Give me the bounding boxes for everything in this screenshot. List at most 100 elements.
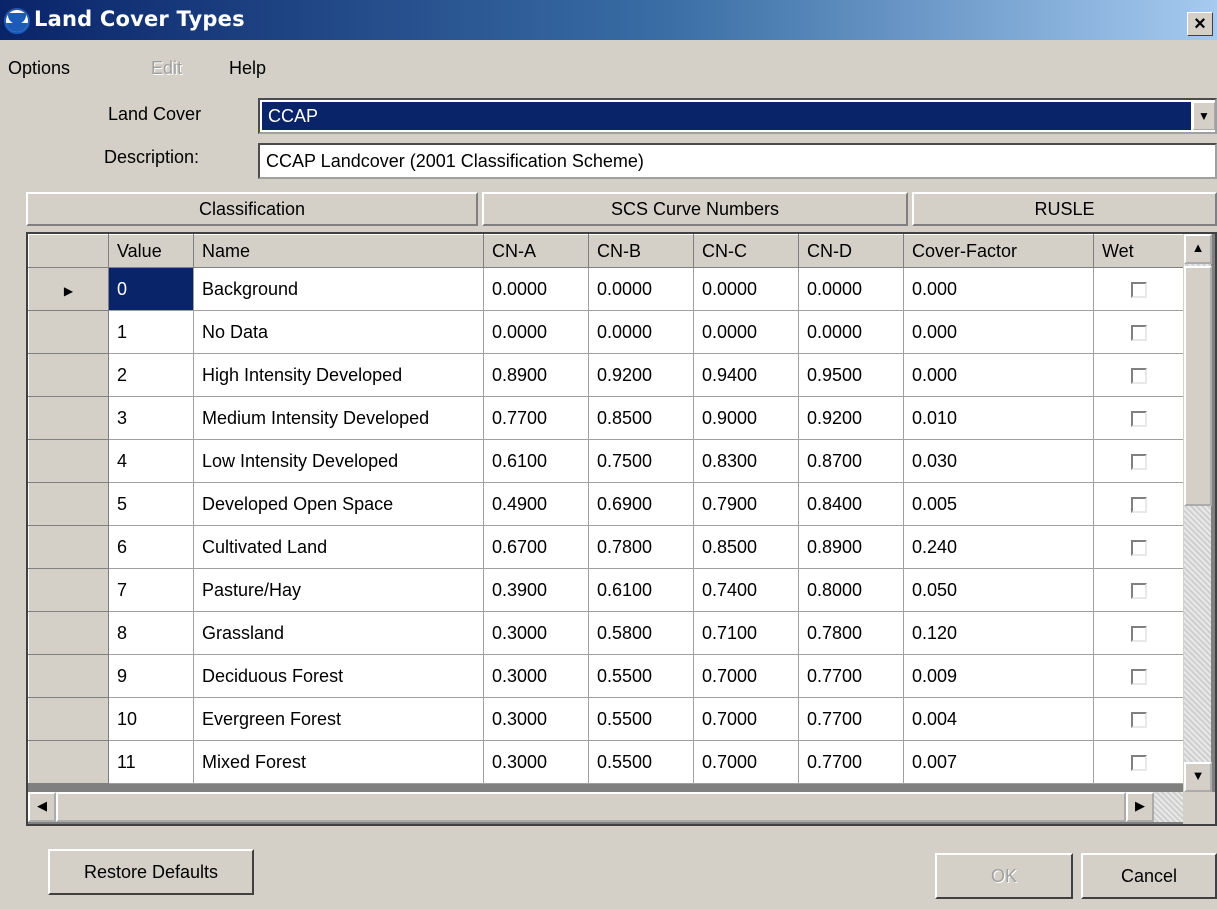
cell-cn-d[interactable]: 0.8900 <box>798 525 904 569</box>
menu-edit[interactable]: Edit <box>151 58 182 79</box>
column-header-name[interactable]: Name <box>193 234 484 268</box>
cell-cn-d[interactable]: 0.8000 <box>798 568 904 612</box>
wet-checkbox[interactable] <box>1130 324 1147 341</box>
row-selector[interactable] <box>28 353 109 397</box>
cell-name[interactable]: No Data <box>193 310 484 354</box>
horizontal-scrollbar[interactable]: ◀ ▶ <box>28 792 1183 822</box>
table-row[interactable]: 11 Mixed Forest 0.3000 0.5500 0.7000 0.7700 0.… <box>28 740 1184 784</box>
cell-cn-c[interactable]: 0.0000 <box>693 310 799 354</box>
cell-value[interactable]: 0 <box>108 267 194 311</box>
table-row[interactable]: 10 Evergreen Forest 0.3000 0.5500 0.7000 0.77… <box>28 697 1184 741</box>
row-selector[interactable] <box>28 439 109 483</box>
cell-cn-a[interactable]: 0.4900 <box>483 482 589 526</box>
cell-cn-a[interactable]: 0.6700 <box>483 525 589 569</box>
cancel-button[interactable]: Cancel <box>1081 853 1217 899</box>
cell-value[interactable]: 5 <box>108 482 194 526</box>
table-row[interactable]: 1 No Data 0.0000 0.0000 0.0000 0.0000 0.000 <box>28 310 1184 354</box>
table-row[interactable]: ▶ 0 Background 0.0000 0.0000 0.0000 0.0000 0.00… <box>28 267 1184 311</box>
cell-cn-d[interactable]: 0.7700 <box>798 697 904 741</box>
cell-cn-a[interactable]: 0.6100 <box>483 439 589 483</box>
column-header-value[interactable]: Value <box>108 234 194 268</box>
cell-cn-a[interactable]: 0.3000 <box>483 697 589 741</box>
cell-cover-factor[interactable]: 0.240 <box>903 525 1094 569</box>
cell-name[interactable]: Developed Open Space <box>193 482 484 526</box>
dropdown-arrow-icon[interactable]: ▼ <box>1193 102 1215 130</box>
cell-name[interactable]: Medium Intensity Developed <box>193 396 484 440</box>
cell-value[interactable]: 7 <box>108 568 194 612</box>
cell-cover-factor[interactable]: 0.004 <box>903 697 1094 741</box>
cell-cn-b[interactable]: 0.5800 <box>588 611 694 655</box>
column-header-cn-c[interactable]: CN-C <box>693 234 799 268</box>
cell-cn-b[interactable]: 0.6100 <box>588 568 694 612</box>
row-selector[interactable] <box>28 740 109 784</box>
cell-cn-b[interactable]: 0.6900 <box>588 482 694 526</box>
horizontal-scroll-thumb[interactable] <box>56 792 1126 822</box>
cell-name[interactable]: Cultivated Land <box>193 525 484 569</box>
cell-cover-factor[interactable]: 0.000 <box>903 267 1094 311</box>
row-selector[interactable] <box>28 611 109 655</box>
table-row[interactable]: 4 Low Intensity Developed 0.6100 0.7500 0.83… <box>28 439 1184 483</box>
cell-cn-c[interactable]: 0.7900 <box>693 482 799 526</box>
cell-cn-b[interactable]: 0.8500 <box>588 396 694 440</box>
cell-cover-factor[interactable]: 0.005 <box>903 482 1094 526</box>
menu-options[interactable]: Options <box>8 58 70 79</box>
cell-cn-a[interactable]: 0.3900 <box>483 568 589 612</box>
wet-checkbox[interactable] <box>1130 539 1147 556</box>
cell-value[interactable]: 4 <box>108 439 194 483</box>
cell-name[interactable]: Pasture/Hay <box>193 568 484 612</box>
cell-cover-factor[interactable]: 0.009 <box>903 654 1094 698</box>
cell-cn-d[interactable]: 0.9200 <box>798 396 904 440</box>
cell-name[interactable]: Mixed Forest <box>193 740 484 784</box>
cell-value[interactable]: 8 <box>108 611 194 655</box>
cell-value[interactable]: 10 <box>108 697 194 741</box>
cell-value[interactable]: 9 <box>108 654 194 698</box>
cell-cn-a[interactable]: 0.3000 <box>483 611 589 655</box>
scroll-up-arrow-icon[interactable]: ▲ <box>1184 234 1212 264</box>
cell-cn-b[interactable]: 0.5500 <box>588 740 694 784</box>
cell-cn-c[interactable]: 0.7000 <box>693 697 799 741</box>
cell-cover-factor[interactable]: 0.007 <box>903 740 1094 784</box>
cell-cn-c[interactable]: 0.8500 <box>693 525 799 569</box>
vertical-scrollbar[interactable]: ▲ ▼ <box>1183 234 1212 792</box>
row-selector[interactable] <box>28 396 109 440</box>
wet-checkbox[interactable] <box>1130 582 1147 599</box>
table-row[interactable]: 3 Medium Intensity Developed 0.7700 0.8500 0… <box>28 396 1184 440</box>
cell-name[interactable]: High Intensity Developed <box>193 353 484 397</box>
cell-value[interactable]: 2 <box>108 353 194 397</box>
cell-name[interactable]: Background <box>193 267 484 311</box>
cell-name[interactable]: Evergreen Forest <box>193 697 484 741</box>
cell-cover-factor[interactable]: 0.050 <box>903 568 1094 612</box>
column-header-cover-factor[interactable]: Cover-Factor <box>903 234 1094 268</box>
wet-checkbox[interactable] <box>1130 711 1147 728</box>
row-selector[interactable] <box>28 525 109 569</box>
vertical-scroll-thumb[interactable] <box>1184 266 1212 506</box>
cell-name[interactable]: Deciduous Forest <box>193 654 484 698</box>
cell-cn-b[interactable]: 0.7500 <box>588 439 694 483</box>
cell-cn-d[interactable]: 0.7800 <box>798 611 904 655</box>
wet-checkbox[interactable] <box>1130 410 1147 427</box>
cell-value[interactable]: 11 <box>108 740 194 784</box>
scroll-right-arrow-icon[interactable]: ▶ <box>1126 792 1154 822</box>
table-row[interactable]: 5 Developed Open Space 0.4900 0.6900 0.7900 0… <box>28 482 1184 526</box>
cell-cn-a[interactable]: 0.3000 <box>483 740 589 784</box>
cell-name[interactable]: Low Intensity Developed <box>193 439 484 483</box>
cell-value[interactable]: 3 <box>108 396 194 440</box>
column-header-cn-a[interactable]: CN-A <box>483 234 589 268</box>
cell-cover-factor[interactable]: 0.010 <box>903 396 1094 440</box>
table-row[interactable]: 9 Deciduous Forest 0.3000 0.5500 0.7000 0.770… <box>28 654 1184 698</box>
cell-cover-factor[interactable]: 0.030 <box>903 439 1094 483</box>
cell-cn-d[interactable]: 0.9500 <box>798 353 904 397</box>
row-selector[interactable] <box>28 482 109 526</box>
cell-cover-factor[interactable]: 0.000 <box>903 353 1094 397</box>
restore-defaults-button[interactable]: Restore Defaults <box>48 849 254 895</box>
column-header-wet[interactable]: Wet <box>1093 234 1184 268</box>
cell-cn-b[interactable]: 0.5500 <box>588 697 694 741</box>
wet-checkbox[interactable] <box>1130 496 1147 513</box>
cell-cn-a[interactable]: 0.3000 <box>483 654 589 698</box>
wet-checkbox[interactable] <box>1130 367 1147 384</box>
cell-cn-b[interactable]: 0.5500 <box>588 654 694 698</box>
cell-cn-d[interactable]: 0.7700 <box>798 740 904 784</box>
ok-button[interactable]: OK <box>935 853 1073 899</box>
scroll-left-arrow-icon[interactable]: ◀ <box>28 792 56 822</box>
table-row[interactable]: 2 High Intensity Developed 0.8900 0.9200 0.9… <box>28 353 1184 397</box>
